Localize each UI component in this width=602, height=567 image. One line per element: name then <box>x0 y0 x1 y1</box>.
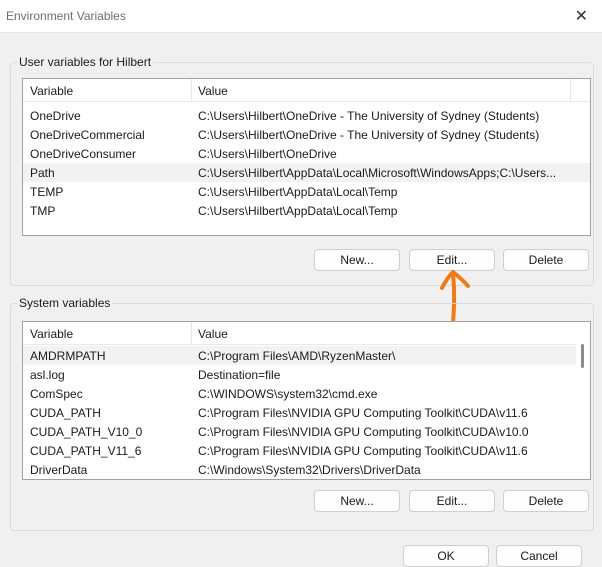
list-header: Variable Value <box>23 79 590 102</box>
column-divider[interactable] <box>191 79 192 101</box>
system-edit-button[interactable]: Edit... <box>409 490 495 512</box>
variable-value: C:\Program Files\NVIDIA GPU Computing To… <box>198 425 529 439</box>
system-variables-group: System variables Variable Value AMDRMPAT… <box>10 296 594 531</box>
list-item[interactable]: CUDA_PATH C:\Program Files\NVIDIA GPU Co… <box>23 403 590 422</box>
variable-value: C:\Windows\System32\Drivers\DriverData <box>198 463 421 477</box>
list-item[interactable]: OneDrive C:\Users\Hilbert\OneDrive - The… <box>23 106 590 125</box>
list-header: Variable Value <box>23 322 590 345</box>
scrollbar-thumb[interactable] <box>581 344 584 368</box>
variable-name: CUDA_PATH <box>30 406 101 420</box>
window-title: Environment Variables <box>6 9 126 23</box>
variable-value: Destination=file <box>198 368 281 382</box>
variable-value: C:\Program Files\AMD\RyzenMaster\ <box>198 349 396 363</box>
column-divider[interactable] <box>570 79 571 101</box>
variable-name: Path <box>30 166 55 180</box>
user-delete-button[interactable]: Delete <box>503 249 589 271</box>
user-variables-list[interactable]: Variable Value OneDrive C:\Users\Hilbert… <box>22 78 591 236</box>
list-item[interactable]: CUDA_PATH_V10_0 C:\Program Files\NVIDIA … <box>23 422 590 441</box>
vertical-scrollbar[interactable] <box>576 322 590 479</box>
title-bar: Environment Variables <box>0 0 602 33</box>
variable-name: TMP <box>30 204 56 218</box>
user-new-button[interactable]: New... <box>314 249 400 271</box>
variable-name: OneDriveConsumer <box>30 147 137 161</box>
user-variables-legend: User variables for Hilbert <box>17 55 154 69</box>
variable-name: AMDRMPATH <box>30 349 106 363</box>
variable-name: asl.log <box>30 368 65 382</box>
column-header-variable[interactable]: Variable <box>30 84 73 98</box>
system-delete-button[interactable]: Delete <box>503 490 589 512</box>
ok-button[interactable]: OK <box>403 545 489 567</box>
variable-name: CUDA_PATH_V10_0 <box>30 425 143 439</box>
list-item[interactable]: ComSpec C:\WINDOWS\system32\cmd.exe <box>23 384 590 403</box>
column-header-value[interactable]: Value <box>198 327 228 341</box>
list-item[interactable]: asl.log Destination=file <box>23 365 590 384</box>
variable-name: CUDA_PATH_V11_6 <box>30 444 142 458</box>
list-item[interactable]: OneDriveConsumer C:\Users\Hilbert\OneDri… <box>23 144 590 163</box>
list-item[interactable]: DriverData C:\Windows\System32\Drivers\D… <box>23 460 590 479</box>
variable-name: OneDriveCommercial <box>30 128 145 142</box>
variable-value: C:\WINDOWS\system32\cmd.exe <box>198 387 378 401</box>
variable-value: C:\Program Files\NVIDIA GPU Computing To… <box>198 406 528 420</box>
column-divider[interactable] <box>191 322 192 344</box>
variable-name: TEMP <box>30 185 64 199</box>
list-item[interactable]: CUDA_PATH_V11_6 C:\Program Files\NVIDIA … <box>23 441 590 460</box>
variable-value: C:\Users\Hilbert\OneDrive <box>198 147 337 161</box>
list-item[interactable]: TEMP C:\Users\Hilbert\AppData\Local\Temp <box>23 182 590 201</box>
system-new-button[interactable]: New... <box>314 490 400 512</box>
list-item-selected[interactable]: AMDRMPATH C:\Program Files\AMD\RyzenMast… <box>23 346 590 365</box>
variable-value: C:\Users\Hilbert\OneDrive - The Universi… <box>198 128 540 142</box>
column-header-variable[interactable]: Variable <box>30 327 73 341</box>
variable-name: ComSpec <box>30 387 83 401</box>
system-variables-list[interactable]: Variable Value AMDRMPATH C:\Program File… <box>22 321 591 480</box>
column-header-value[interactable]: Value <box>198 84 228 98</box>
list-item-selected[interactable]: Path C:\Users\Hilbert\AppData\Local\Micr… <box>23 163 590 182</box>
list-item[interactable]: TMP C:\Users\Hilbert\AppData\Local\Temp <box>23 201 590 220</box>
close-icon[interactable] <box>575 6 588 26</box>
system-variables-legend: System variables <box>17 296 113 310</box>
variable-name: OneDrive <box>30 109 81 123</box>
variable-value: C:\Program Files\NVIDIA GPU Computing To… <box>198 444 528 458</box>
variable-value: C:\Users\Hilbert\AppData\Local\Temp <box>198 185 398 199</box>
variable-value: C:\Users\Hilbert\AppData\Local\Temp <box>198 204 398 218</box>
variable-name: DriverData <box>30 463 88 477</box>
cancel-button[interactable]: Cancel <box>496 545 582 567</box>
variable-value: C:\Users\Hilbert\OneDrive - The Universi… <box>198 109 540 123</box>
user-variables-group: User variables for Hilbert Variable Valu… <box>10 55 594 286</box>
list-item[interactable]: OneDriveCommercial C:\Users\Hilbert\OneD… <box>23 125 590 144</box>
variable-value: C:\Users\Hilbert\AppData\Local\Microsoft… <box>198 166 557 180</box>
